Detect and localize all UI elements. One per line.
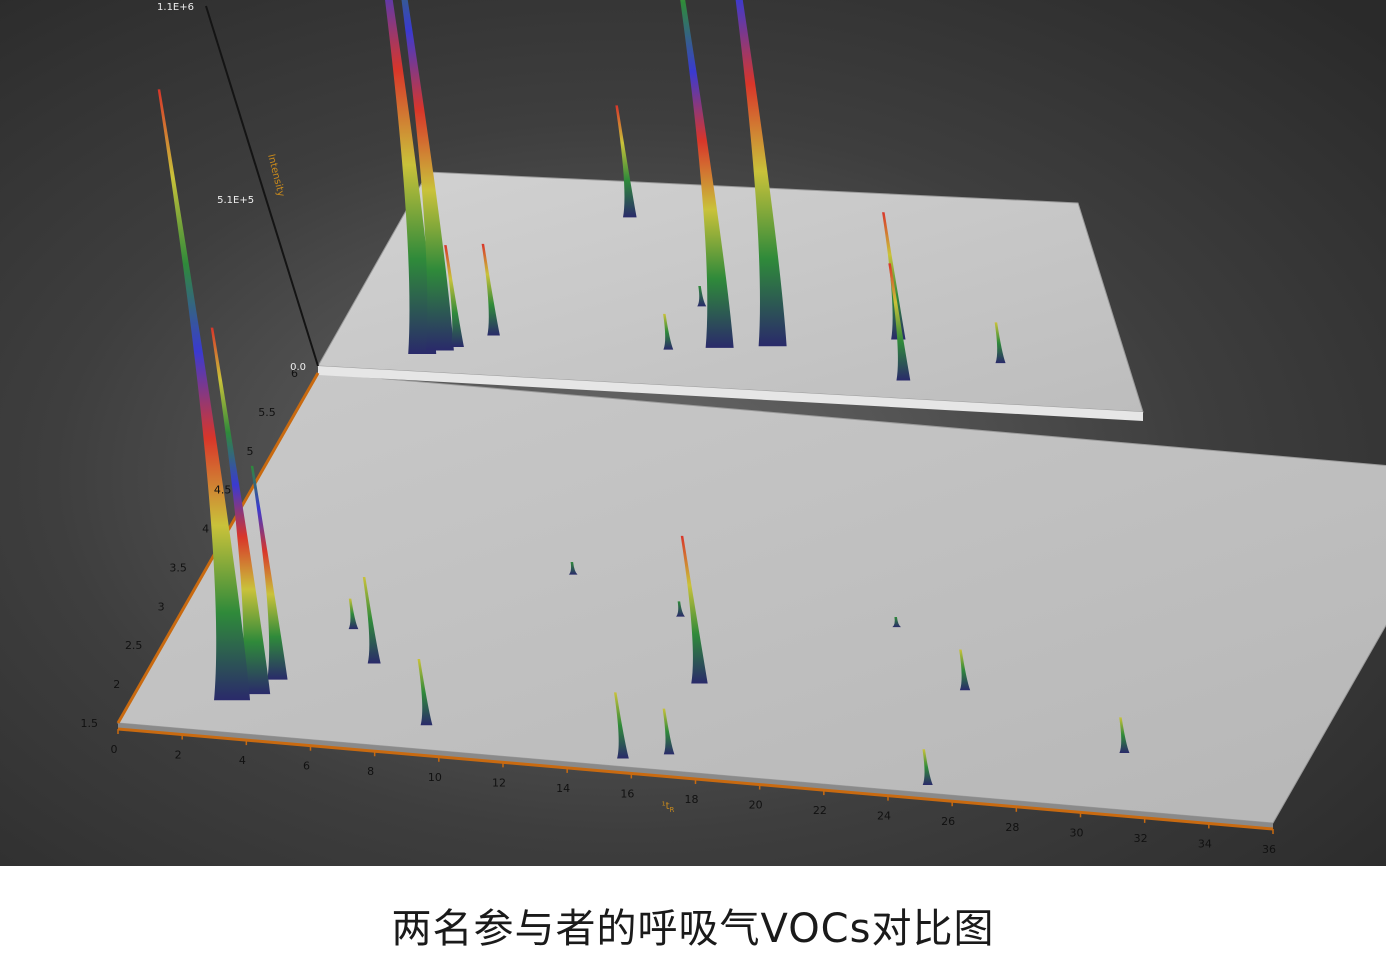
y-tick-label: 3.5 [169, 561, 187, 574]
z-tick-label: 0.0 [290, 362, 306, 373]
x-tick-label: 34 [1198, 837, 1212, 850]
x-tick-label: 32 [1134, 832, 1148, 845]
chart-3d-scene[interactable]: 0 2 4 6 8 10 12 14 16 18 20 22 24 26 28 30 32 34 361.522.5… [0, 0, 1386, 866]
x-tick-label: 12 [492, 776, 506, 789]
x-tick-label: 28 [1005, 821, 1019, 834]
z-tick-label: 5.1E+5 [217, 195, 254, 206]
x-tick-label: 18 [685, 793, 699, 806]
x-tick-label: 24 [877, 810, 891, 823]
y-tick-label: 5 [247, 445, 254, 458]
x-tick-label: 16 [620, 787, 634, 800]
y-tick-label: 2 [113, 678, 120, 691]
x-tick-label: 22 [813, 804, 827, 817]
x-tick-label: 0 [111, 743, 118, 756]
x-tick-label: 14 [556, 782, 570, 795]
x-tick-label: 10 [428, 771, 442, 784]
x-axis-label-subscript: R [670, 806, 675, 814]
y-tick-label: 4 [202, 523, 209, 536]
y-tick-label: 1.5 [81, 717, 99, 730]
y-tick-label: 5.5 [258, 406, 276, 419]
x-tick-label: 2 [175, 749, 182, 762]
x-tick-label: 8 [367, 765, 374, 778]
z-tick-label: 1.1E+6 [157, 2, 194, 13]
figure-caption: 两名参与者的呼吸气VOCs对比图 [391, 906, 995, 952]
x-tick-label: 26 [941, 815, 955, 828]
x-tick-label: 36 [1262, 843, 1276, 856]
y-tick-label: 4.5 [214, 484, 232, 497]
y-tick-label: 2.5 [125, 639, 143, 652]
y-tick-label: 3 [158, 600, 165, 613]
x-tick-label: 4 [239, 754, 246, 767]
x-tick-label: 6 [303, 760, 310, 773]
x-tick-label: 30 [1070, 826, 1084, 839]
chart-viewport[interactable]: 0 2 4 6 8 10 12 14 16 18 20 22 24 26 28 30 32 34 36 1.5 2 2.5… [0, 0, 1386, 866]
x-tick-label: 20 [749, 799, 763, 812]
